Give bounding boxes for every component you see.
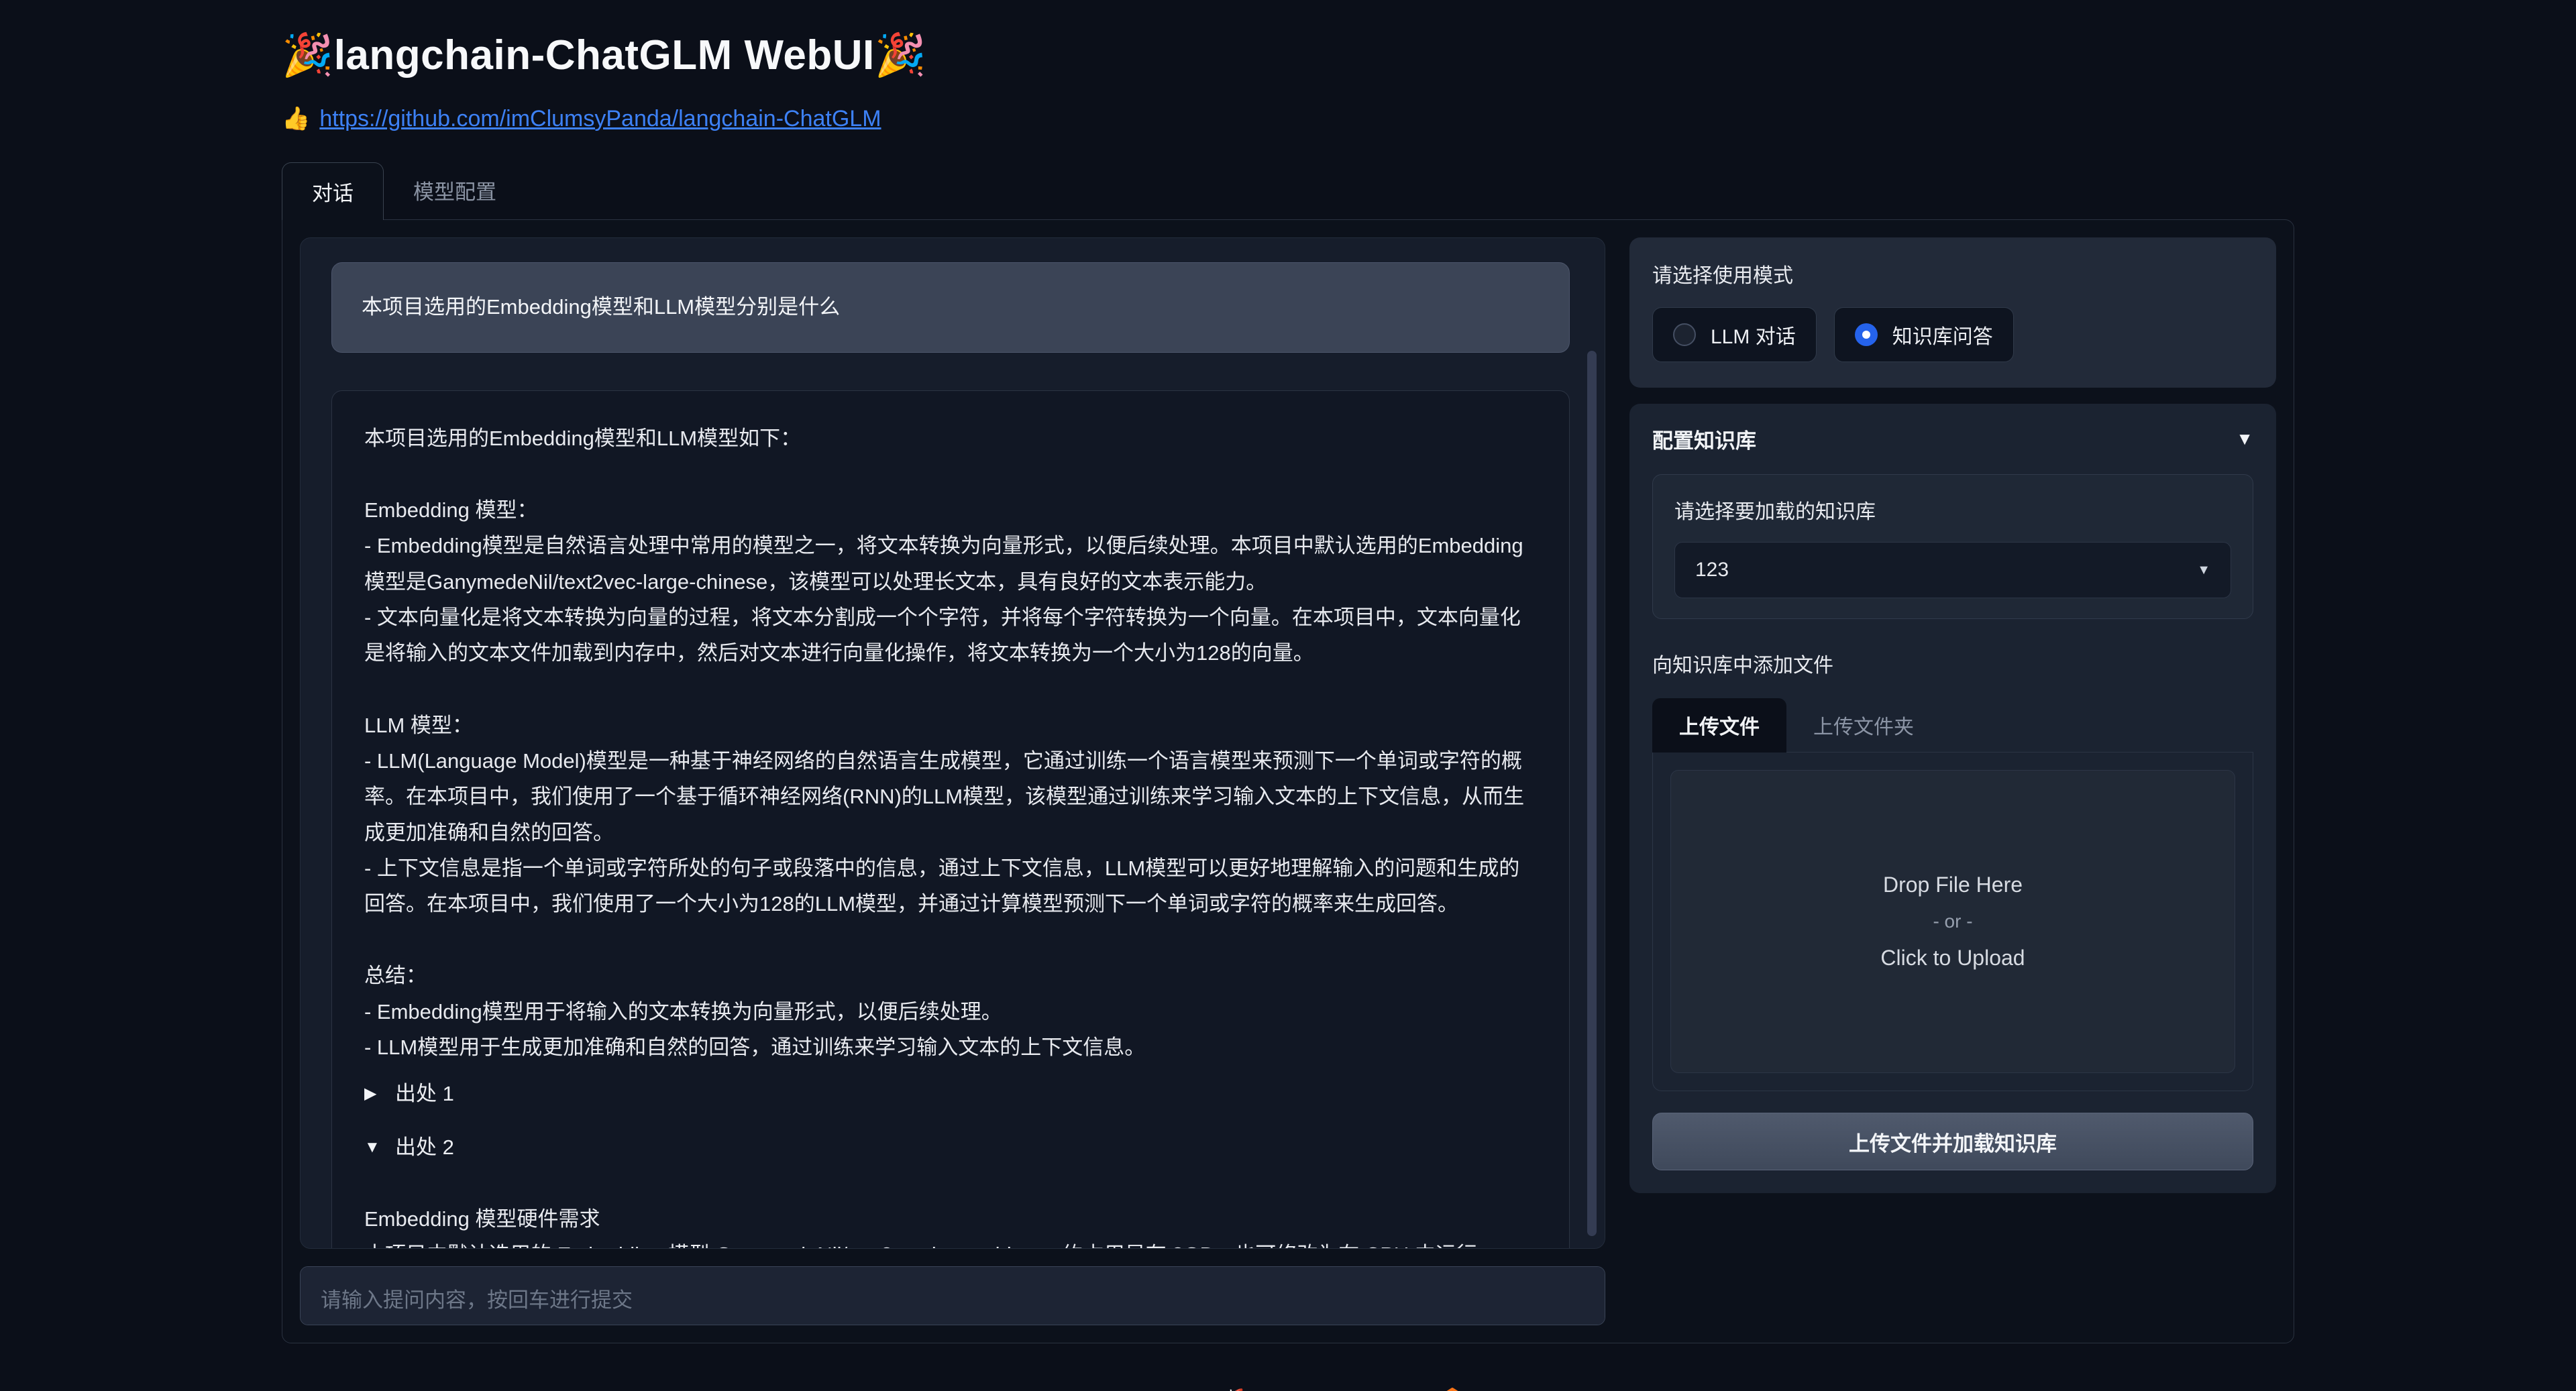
chevron-down-icon: ▼: [2236, 429, 2253, 449]
radio-dot: [1862, 331, 1870, 339]
bot-message: 本项目选用的Embedding模型和LLM模型如下： Embedding 模型：…: [331, 390, 1570, 1249]
tab-model-config[interactable]: 模型配置: [384, 162, 526, 219]
kb-accordion-title: 配置知识库: [1652, 424, 2236, 454]
bot-paragraph: Embedding 模型： - Embedding模型是自然语言处理中常用的模型…: [364, 492, 1537, 671]
radio-llm-chat[interactable]: LLM 对话: [1652, 307, 1817, 362]
radio-unselected-icon: [1673, 323, 1696, 346]
use-via-api-link[interactable]: Use via API 🚀: [1110, 1388, 1244, 1391]
source-1-toggle[interactable]: ▶ 出处 1: [364, 1069, 1537, 1118]
question-input[interactable]: [300, 1266, 1605, 1325]
add-files-label: 向知识库中添加文件: [1652, 649, 2253, 678]
kb-dropdown[interactable]: 123 ▼: [1674, 542, 2231, 598]
tab-upload-folder[interactable]: 上传文件夹: [1786, 698, 1941, 752]
built-with-gradio-label: Built with Gradio: [1288, 1389, 1430, 1391]
chat-scrollbar-thumb[interactable]: [1587, 351, 1597, 1236]
source-2-content: Embedding 模型硬件需求 本项目中默认选用的 Embedding 模型 …: [364, 1201, 1537, 1249]
settings-column: 请选择使用模式 LLM 对话 知识库问答 配置知识库 ▼: [1629, 237, 2276, 1325]
tab-content-panel: 本项目选用的Embedding模型和LLM模型分别是什么 本项目选用的Embed…: [282, 219, 2294, 1343]
source-1-details: ▶ 出处 1: [364, 1069, 1537, 1118]
triangle-right-icon: ▶: [364, 1080, 384, 1107]
file-upload-box: Drop File Here - or - Click to Upload: [1652, 753, 2253, 1091]
gradio-logo-icon: [1439, 1386, 1466, 1391]
kb-select-box: 请选择要加载的知识库 123 ▼: [1652, 474, 2253, 619]
main-tabbar: 对话 模型配置: [282, 162, 2294, 219]
or-text: - or -: [1933, 911, 1972, 932]
page-title: 🎉langchain-ChatGLM WebUI🎉: [282, 31, 2294, 80]
upload-tabbar: 上传文件 上传文件夹: [1652, 698, 2253, 753]
source-2-details: ▼ 出处 2 Embedding 模型硬件需求 本项目中默认选用的 Embedd…: [364, 1123, 1537, 1249]
bot-paragraph: LLM 模型： - LLM(Language Model)模型是一种基于神经网络…: [364, 708, 1537, 922]
dropdown-caret-icon: ▼: [2197, 563, 2210, 578]
gradio-footer: Use via API 🚀 · Built with Gradio: [282, 1386, 2294, 1391]
tab-chat[interactable]: 对话: [282, 162, 384, 220]
radio-selected-icon: [1855, 323, 1878, 346]
mode-select-panel: 请选择使用模式 LLM 对话 知识库问答: [1629, 237, 2276, 388]
use-via-api-label: Use via API: [1110, 1389, 1211, 1391]
kb-select-label: 请选择要加载的知识库: [1674, 495, 2231, 524]
user-message: 本项目选用的Embedding模型和LLM模型分别是什么: [331, 262, 1570, 353]
upload-and-load-kb-button[interactable]: 上传文件并加载知识库: [1652, 1113, 2253, 1170]
mode-select-label: 请选择使用模式: [1652, 259, 2253, 288]
source-1-label: 出处 1: [395, 1076, 454, 1111]
radio-llm-chat-label: LLM 对话: [1711, 320, 1796, 349]
tab-upload-file[interactable]: 上传文件: [1652, 698, 1786, 753]
file-drop-zone[interactable]: Drop File Here - or - Click to Upload: [1670, 770, 2235, 1073]
radio-knowledge-qa[interactable]: 知识库问答: [1834, 307, 2014, 362]
footer-separator: ·: [1263, 1389, 1270, 1391]
kb-config-panel: 配置知识库 ▼ 请选择要加载的知识库 123 ▼ 向知识库中添加文件 上传文件 …: [1629, 404, 2276, 1193]
chat-column: 本项目选用的Embedding模型和LLM模型分别是什么 本项目选用的Embed…: [300, 237, 1605, 1325]
mode-radio-group: LLM 对话 知识库问答: [1652, 307, 2253, 362]
click-to-upload-text: Click to Upload: [1880, 946, 2025, 970]
triangle-down-icon: ▼: [364, 1133, 384, 1161]
chatbot-panel: 本项目选用的Embedding模型和LLM模型分别是什么 本项目选用的Embed…: [300, 237, 1605, 1249]
rocket-icon: 🚀: [1220, 1388, 1244, 1391]
built-with-gradio-link[interactable]: Built with Gradio: [1288, 1386, 1466, 1391]
bot-paragraph: 总结： - Embedding模型用于将输入的文本转换为向量形式，以便后续处理。…: [364, 958, 1537, 1065]
github-link-row: 👍 https://github.com/imClumsyPanda/langc…: [282, 105, 2294, 132]
kb-accordion-header[interactable]: 配置知识库 ▼: [1652, 424, 2253, 454]
bot-paragraph: 本项目选用的Embedding模型和LLM模型如下：: [364, 421, 1537, 456]
source-2-toggle[interactable]: ▼ 出处 2: [364, 1123, 1537, 1172]
radio-knowledge-qa-label: 知识库问答: [1892, 320, 1993, 349]
drop-file-here-text: Drop File Here: [1883, 873, 2023, 897]
source-2-label: 出处 2: [395, 1129, 454, 1165]
app-container: 🎉langchain-ChatGLM WebUI🎉 👍 https://gith…: [282, 0, 2294, 1391]
github-link[interactable]: https://github.com/imClumsyPanda/langcha…: [319, 106, 881, 132]
kb-dropdown-value: 123: [1695, 559, 2197, 581]
thumbs-up-icon: 👍: [282, 105, 310, 132]
